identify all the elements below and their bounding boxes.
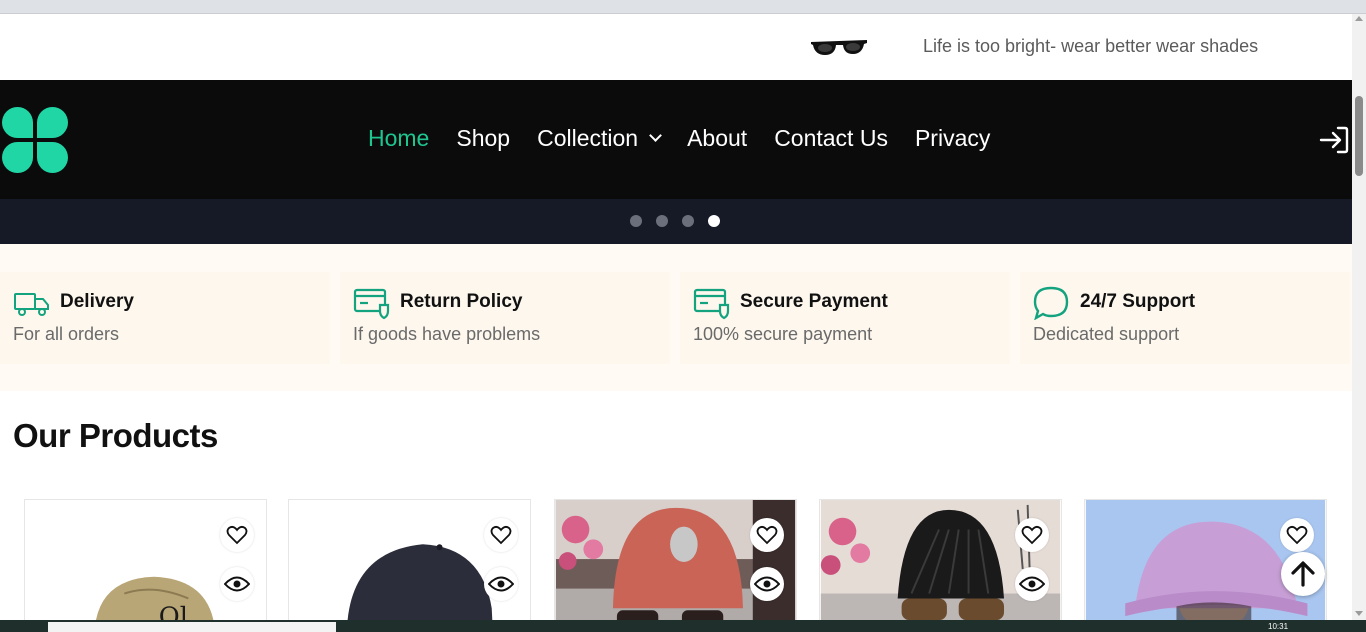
product-card[interactable] — [554, 499, 797, 620]
section-title: Our Products — [13, 417, 218, 454]
feature-title: Delivery — [60, 291, 134, 312]
quick-view-button[interactable] — [750, 567, 784, 601]
features-bar: Delivery For all orders Return Policy If… — [0, 244, 1352, 391]
taskbar-clock: 10:31 — [1268, 622, 1289, 631]
feature-support: 24/7 Support Dedicated support — [1020, 272, 1350, 364]
truck-icon — [14, 293, 49, 316]
heart-icon — [1286, 525, 1308, 545]
quick-view-button[interactable] — [220, 567, 254, 601]
feature-title: 24/7 Support — [1080, 291, 1196, 312]
taskbar-search[interactable] — [48, 622, 336, 632]
brand-logo[interactable] — [2, 107, 68, 173]
svg-text:Ol: Ol — [159, 602, 188, 620]
wishlist-button[interactable] — [1015, 518, 1049, 552]
chevron-down-icon — [649, 129, 662, 142]
nav-shop[interactable]: Shop — [456, 125, 510, 152]
heart-icon — [1021, 525, 1043, 545]
product-card[interactable]: Ol — [24, 499, 267, 620]
secure-card-icon — [693, 288, 730, 320]
return-card-icon — [353, 288, 390, 320]
browser-tab-bar — [0, 0, 1366, 14]
feature-title: Return Policy — [400, 291, 523, 312]
arrow-up-icon — [1291, 561, 1315, 587]
nav-links: Home Shop Collection About Contact Us Pr… — [368, 125, 1017, 152]
announcement-text: Life is too bright- wear better wear sha… — [923, 36, 1259, 56]
feature-subtitle: If goods have problems — [353, 324, 541, 344]
slider-dot-active[interactable] — [708, 215, 720, 227]
main-navbar: Home Shop Collection About Contact Us Pr… — [0, 80, 1352, 199]
product-image-visor-sunglasses — [820, 500, 1061, 620]
nav-collection[interactable]: Collection — [537, 125, 662, 152]
eye-icon — [224, 576, 250, 592]
heart-icon — [490, 525, 512, 545]
login-icon[interactable] — [1319, 125, 1349, 155]
announcement-bar: Life is too bright- wear better wear sha… — [0, 14, 1352, 80]
wishlist-button[interactable] — [750, 518, 784, 552]
product-image-knit-turban-sunglasses — [555, 500, 796, 620]
eye-icon — [754, 576, 780, 592]
product-card[interactable] — [288, 499, 531, 620]
heart-icon — [226, 525, 248, 545]
hero-slider-strip — [0, 199, 1352, 244]
feature-delivery: Delivery For all orders — [0, 272, 330, 364]
nav-contact[interactable]: Contact Us — [774, 125, 888, 152]
feature-return-policy: Return Policy If goods have problems — [340, 272, 670, 364]
scroll-down-arrow-icon[interactable] — [1355, 611, 1363, 616]
product-image-khaki-cap: Ol — [25, 500, 266, 620]
quick-view-button[interactable] — [484, 567, 518, 601]
feature-subtitle: For all orders — [13, 324, 120, 344]
nav-about[interactable]: About — [687, 125, 747, 152]
feature-title: Secure Payment — [740, 291, 888, 312]
wishlist-button[interactable] — [1280, 518, 1314, 552]
quick-view-button[interactable] — [1015, 567, 1049, 601]
os-taskbar: 10:31 — [0, 620, 1366, 632]
feature-subtitle: 100% secure payment — [693, 324, 873, 344]
slider-dot[interactable] — [630, 215, 642, 227]
product-image-black-cap — [289, 500, 530, 620]
scroll-up-arrow-icon[interactable] — [1355, 16, 1363, 21]
feature-subtitle: Dedicated support — [1033, 324, 1180, 344]
slider-dot[interactable] — [656, 215, 668, 227]
heart-icon — [756, 525, 778, 545]
back-to-top-button[interactable] — [1281, 552, 1325, 596]
wishlist-button[interactable] — [220, 518, 254, 552]
wishlist-button[interactable] — [484, 518, 518, 552]
sunglasses-icon — [811, 40, 867, 55]
chat-bubble-icon — [1033, 286, 1069, 320]
nav-privacy[interactable]: Privacy — [915, 125, 990, 152]
eye-icon — [488, 576, 514, 592]
product-card[interactable] — [819, 499, 1062, 620]
nav-home[interactable]: Home — [368, 125, 429, 152]
nav-collection-label: Collection — [537, 125, 639, 151]
scrollbar-thumb[interactable] — [1355, 96, 1363, 176]
eye-icon — [1019, 576, 1045, 592]
vertical-scrollbar[interactable] — [1352, 14, 1366, 620]
page: Life is too bright- wear better wear sha… — [0, 14, 1352, 620]
feature-secure-payment: Secure Payment 100% secure payment — [680, 272, 1010, 364]
slider-dots — [630, 215, 734, 227]
slider-dot[interactable] — [682, 215, 694, 227]
